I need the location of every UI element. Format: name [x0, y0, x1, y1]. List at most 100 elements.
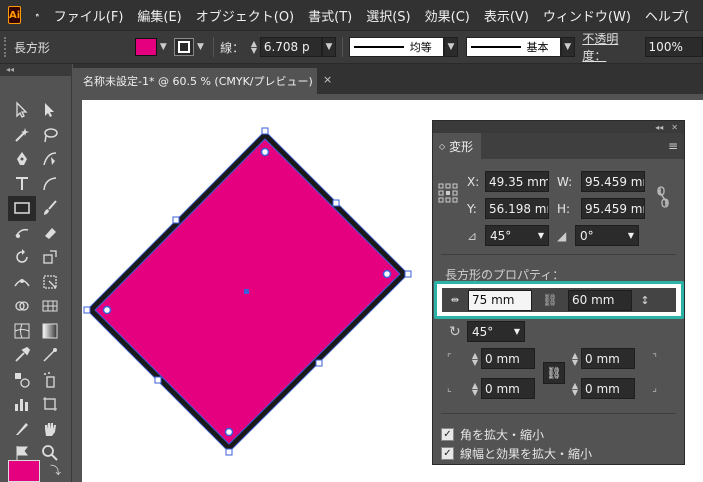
corner-br-spinner-icon[interactable]: ▲ ▼ — [569, 380, 581, 398]
opacity-input[interactable]: 100% — [644, 37, 703, 57]
panel-menu-icon[interactable]: ≡ — [668, 139, 678, 153]
eraser-tool-icon[interactable] — [36, 221, 64, 246]
stroke-label: 線： — [220, 40, 245, 55]
shape-builder-tool-icon[interactable] — [8, 294, 36, 319]
shear-dropdown[interactable]: 0° ▼ — [575, 225, 639, 246]
handle-right — [404, 270, 412, 278]
slice-tool-icon[interactable] — [8, 417, 36, 442]
profile-dropdown-icon[interactable]: ▼ — [444, 37, 458, 57]
h-input[interactable]: 95.459 mm — [581, 198, 645, 219]
rotate-tool-icon[interactable] — [8, 245, 36, 270]
app-logo: Ai — [8, 6, 22, 24]
hand-tool-icon[interactable] — [36, 417, 64, 442]
fill-swatch[interactable] — [135, 38, 157, 56]
type-tool-icon[interactable] — [8, 172, 36, 197]
shape-rotate-icon: ↻ — [449, 323, 461, 340]
corner-tr-input[interactable]: 0 mm — [581, 348, 635, 369]
corner-tr-spinner-icon[interactable]: ▲ ▼ — [569, 350, 581, 368]
toolbar-fill-swatch[interactable] — [8, 460, 40, 482]
home-icon[interactable] — [35, 4, 40, 26]
shaper-tool-icon[interactable] — [8, 221, 36, 246]
control-bar: 長方形 ▼ ▼ 線： ▲ ▼ 6.708 p ▼ 均等 ▼ 基本 ▼ 不透明度： … — [0, 30, 703, 64]
column-graph-tool-icon[interactable] — [8, 392, 36, 417]
magic-wand-tool-icon[interactable] — [8, 123, 36, 148]
stroke-dropdown-icon[interactable]: ▼ — [194, 38, 208, 56]
panel-close-icon[interactable]: ✕ — [671, 123, 678, 132]
handle-bottom — [225, 448, 233, 456]
reference-point-icon[interactable] — [437, 182, 459, 204]
scale-corners-checkbox[interactable]: ✓ — [441, 428, 454, 441]
link-proportions-icon[interactable] — [655, 185, 671, 209]
rect-width-input[interactable]: 75 mm — [468, 289, 532, 311]
y-input[interactable]: 56.198 mm — [485, 198, 549, 219]
menu-edit[interactable]: 編集(E) — [137, 6, 181, 25]
link-corner-radius-icon[interactable]: ⛓ — [543, 362, 565, 384]
corner-tr-icon: ⌝ — [652, 353, 657, 364]
opacity-label[interactable]: 不透明度： — [582, 30, 640, 64]
corner-br-input[interactable]: 0 mm — [581, 378, 635, 399]
selection-tool-icon[interactable] — [8, 98, 36, 123]
menu-effect[interactable]: 効果(C) — [425, 6, 470, 25]
brush-dropdown-icon[interactable]: ▼ — [560, 37, 575, 57]
tab-transform[interactable]: ◇ 変形 — [433, 133, 481, 159]
rotate-angle-icon: ⊿ — [467, 228, 478, 243]
rect-height-input[interactable]: 60 mm — [568, 289, 632, 311]
corner-tl-input[interactable]: 0 mm — [481, 348, 535, 369]
scale-strokes-checkbox[interactable]: ✓ — [441, 447, 454, 460]
stroke-swatch[interactable] — [174, 38, 194, 56]
free-transform-tool-icon[interactable] — [36, 270, 64, 295]
rectangle-tool-icon[interactable] — [8, 196, 36, 221]
pen-tool-icon[interactable] — [8, 147, 36, 172]
rotate-dropdown[interactable]: 45° ▼ — [485, 225, 549, 246]
shape-rotate-dropdown[interactable]: 45° ▼ — [467, 321, 525, 342]
scale-strokes-label: 線幅と効果を拡大・縮小 — [460, 447, 593, 461]
document-tab-bar: 名称未設定-1* @ 60.5 % (CMYK/プレビュー) × — [73, 64, 703, 94]
divider — [341, 37, 343, 57]
curvature-tool-icon[interactable] — [36, 147, 64, 172]
section-divider — [441, 254, 676, 255]
menu-object[interactable]: オブジェクト(O) — [196, 6, 294, 25]
menu-help[interactable]: ヘルプ( — [645, 6, 689, 25]
handle-bottom-left — [154, 376, 162, 384]
corner-tl-icon: ⌜ — [447, 353, 452, 364]
menu-select[interactable]: 選択(S) — [366, 6, 410, 25]
toolbar-collapse-icon[interactable]: ◂◂ — [0, 64, 71, 76]
document-tab[interactable]: 名称未設定-1* @ 60.5 % (CMYK/プレビュー) — [73, 68, 317, 94]
scale-tool-icon[interactable] — [36, 245, 64, 270]
x-input[interactable]: 49.35 mm — [485, 171, 549, 192]
corner-bl-input[interactable]: 0 mm — [481, 378, 535, 399]
swap-colors-icon[interactable]: ⤵ — [50, 462, 61, 478]
profile-dropdown[interactable]: 均等 — [348, 37, 445, 57]
stroke-weight-dropdown-icon[interactable]: ▼ — [322, 37, 336, 57]
corner-tl-spinner-icon[interactable]: ▲ ▼ — [469, 350, 481, 368]
perspective-grid-tool-icon[interactable] — [36, 294, 64, 319]
link-width-height-icon[interactable]: ⛓ — [532, 293, 568, 307]
blend-tool-icon[interactable] — [8, 368, 36, 393]
line-segment-tool-icon[interactable] — [36, 172, 64, 197]
width-tool-icon[interactable] — [8, 270, 36, 295]
lasso-tool-icon[interactable] — [36, 123, 64, 148]
brush-preview — [470, 46, 521, 48]
fill-dropdown-icon[interactable]: ▼ — [157, 38, 171, 56]
eyedropper-tool-icon[interactable] — [8, 343, 36, 368]
menu-file[interactable]: ファイル(F) — [54, 6, 124, 25]
panel-collapse-icon[interactable]: ◂◂ — [655, 123, 663, 132]
menu-view[interactable]: 表示(V) — [484, 6, 529, 25]
paintbrush-tool-icon[interactable] — [36, 196, 64, 221]
stroke-spinner-icon[interactable]: ▲ ▼ — [248, 38, 260, 56]
measure-tool-icon[interactable] — [36, 343, 64, 368]
menu-window[interactable]: ウィンドウ(W) — [543, 6, 631, 25]
direct-selection-tool-icon[interactable] — [36, 98, 64, 123]
stroke-weight-input[interactable]: 6.708 p — [259, 37, 323, 57]
close-icon[interactable]: × — [323, 73, 332, 86]
corner-bl-spinner-icon[interactable]: ▲ ▼ — [469, 380, 481, 398]
grip-handle[interactable] — [4, 37, 10, 57]
shape-rotate-value: 45° — [472, 324, 494, 339]
w-input[interactable]: 95.459 mm — [581, 171, 645, 192]
mesh-tool-icon[interactable] — [8, 319, 36, 344]
menu-type[interactable]: 書式(T) — [308, 6, 352, 25]
artboard-tool-icon[interactable] — [36, 392, 64, 417]
symbol-sprayer-tool-icon[interactable] — [36, 368, 64, 393]
brush-dropdown[interactable]: 基本 — [465, 37, 561, 57]
gradient-tool-icon[interactable] — [36, 319, 64, 344]
